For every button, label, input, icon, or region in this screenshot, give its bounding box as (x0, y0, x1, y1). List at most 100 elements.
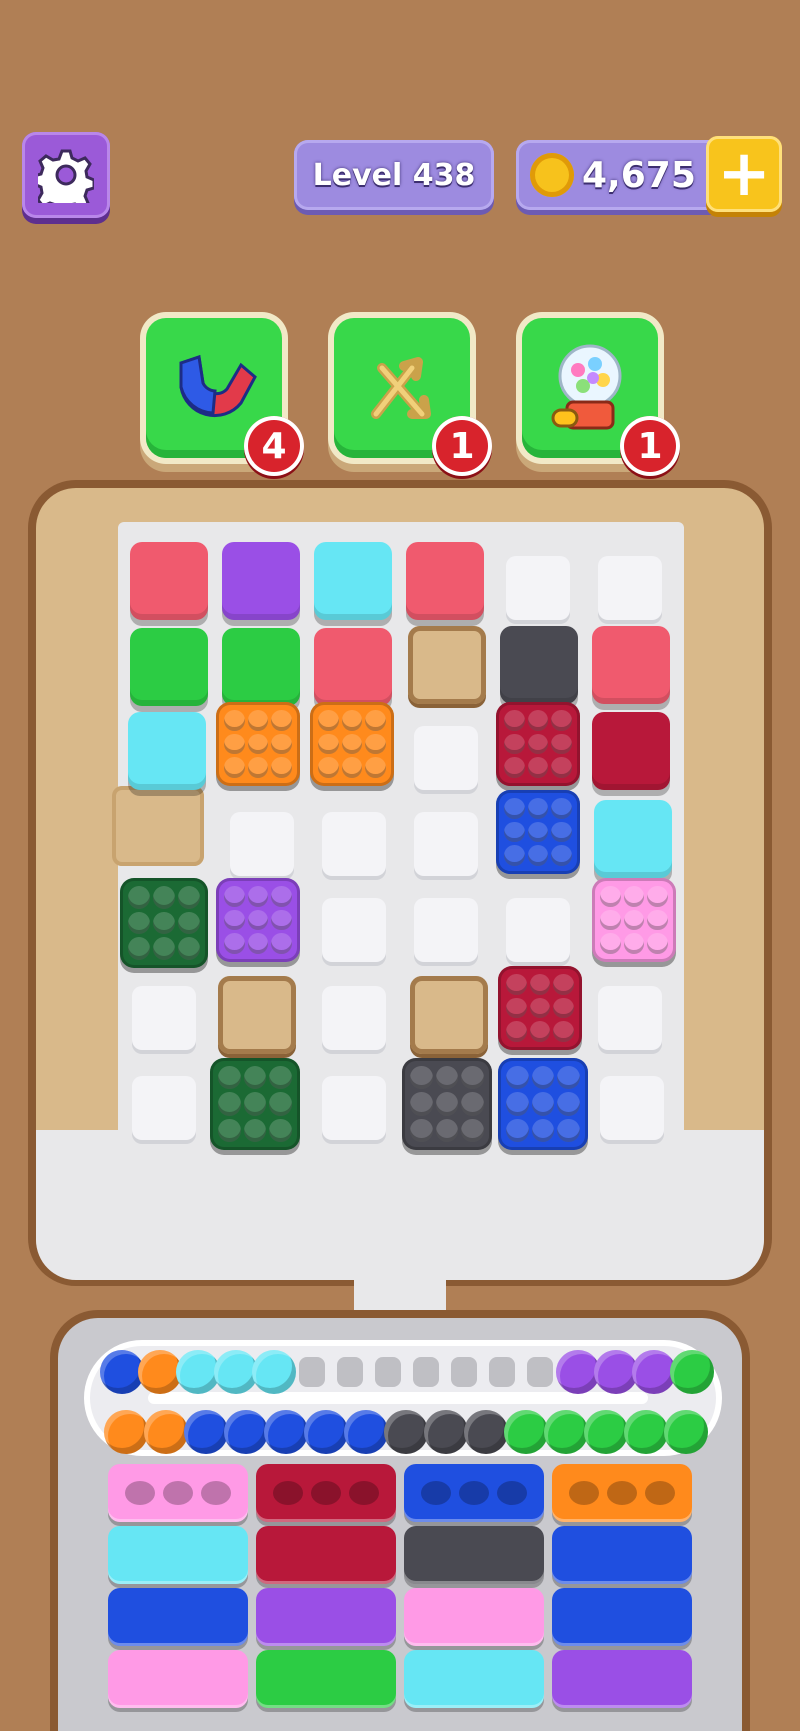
tray-hole (201, 1481, 231, 1505)
tray-hole (607, 1481, 637, 1505)
tray-hole (459, 1481, 489, 1505)
coin-amount: 4,675 (582, 154, 696, 196)
conveyor-ball (304, 1410, 348, 1454)
board-wall-notch (112, 786, 204, 866)
conveyor-ball (664, 1410, 708, 1454)
shuffle-count-badge: 1 (432, 416, 492, 476)
conveyor-ball (144, 1410, 188, 1454)
block-red[interactable] (130, 542, 208, 620)
tray-slot (552, 1526, 692, 1584)
tray-hole (273, 1481, 303, 1505)
grid-cell-empty (322, 812, 386, 876)
coin-counter: 4,675 (516, 140, 730, 210)
tray-slot (552, 1588, 692, 1646)
grid-cell-empty (598, 556, 662, 620)
block-cyan[interactable] (314, 542, 392, 620)
coin-icon (530, 153, 574, 197)
level-label: Level 438 (312, 157, 476, 193)
bubble-block-blue[interactable] (498, 1058, 588, 1150)
tray-hole (421, 1481, 451, 1505)
grid-cell-empty (322, 1076, 386, 1140)
conveyor-ball (670, 1350, 714, 1394)
bubble-block-orange[interactable] (310, 702, 394, 786)
conveyor-empty-slot (299, 1357, 325, 1387)
conveyor-empty-slot (337, 1357, 363, 1387)
conveyor-ball (384, 1410, 428, 1454)
bubble-block-dark-gray[interactable] (402, 1058, 492, 1150)
conveyor-ball (264, 1410, 308, 1454)
tray-slot (256, 1526, 396, 1584)
grid-cell-empty (132, 1076, 196, 1140)
grid-cell-empty (414, 898, 478, 962)
bubble-block-dark-green[interactable] (120, 878, 208, 968)
conveyor-ball (424, 1410, 468, 1454)
tray-slot-front[interactable] (256, 1464, 396, 1522)
block-tan-obstacle (218, 976, 296, 1054)
bubble-block-crimson[interactable] (496, 702, 580, 786)
grid-cell-empty (414, 726, 478, 790)
bubble-block-orange[interactable] (216, 702, 300, 786)
conveyor-ball (104, 1410, 148, 1454)
conveyor-ball (224, 1410, 268, 1454)
block-green[interactable] (222, 628, 300, 706)
tray-slot (404, 1650, 544, 1708)
bubble-block-blue[interactable] (496, 790, 580, 874)
bubble-block-crimson[interactable] (498, 966, 582, 1050)
block-red[interactable] (406, 542, 484, 620)
grid-cell-empty (322, 986, 386, 1050)
tray-slot (552, 1650, 692, 1708)
conveyor-ball (344, 1410, 388, 1454)
conveyor-empty-slot (375, 1357, 401, 1387)
block-red[interactable] (592, 626, 670, 704)
block-tan-obstacle (410, 976, 488, 1054)
shuffle-arrows-icon (371, 357, 431, 419)
conveyor-ball (252, 1350, 296, 1394)
bubble-block-purple[interactable] (216, 878, 300, 962)
grid-cell-empty (132, 986, 196, 1050)
tray-slot (404, 1526, 544, 1584)
tray-slot (108, 1526, 248, 1584)
block-cyan[interactable] (594, 800, 672, 878)
conveyor-ball (544, 1410, 588, 1454)
tray-slot (108, 1588, 248, 1646)
block-cyan[interactable] (128, 712, 206, 790)
conveyor-ball (624, 1410, 668, 1454)
tray-slot-front[interactable] (404, 1464, 544, 1522)
conveyor-empty-slot (527, 1357, 553, 1387)
tray-slot (108, 1650, 248, 1708)
tray-hole (645, 1481, 675, 1505)
bubble-block-dark-green[interactable] (210, 1058, 300, 1150)
grid-cell-empty (414, 812, 478, 876)
tray-hole (497, 1481, 527, 1505)
bubble-block-pink[interactable] (592, 878, 676, 962)
grid-cell-empty (230, 812, 294, 876)
tray-slot-front[interactable] (108, 1464, 248, 1522)
grid-cell-empty (600, 1076, 664, 1140)
block-dark-gray[interactable] (500, 626, 578, 704)
block-purple[interactable] (222, 542, 300, 620)
block-red[interactable] (314, 628, 392, 706)
conveyor-empty-slot (413, 1357, 439, 1387)
gear-icon (38, 149, 94, 203)
conveyor-ball (184, 1410, 228, 1454)
block-crimson[interactable] (592, 712, 670, 790)
grid-cell-empty (598, 986, 662, 1050)
plus-icon: + (717, 137, 771, 211)
tray-hole (125, 1481, 155, 1505)
settings-button[interactable] (22, 132, 110, 218)
grid-cell-empty (506, 556, 570, 620)
tray-slot-front[interactable] (552, 1464, 692, 1522)
conveyor-divider (148, 1392, 648, 1404)
tray-slot (256, 1588, 396, 1646)
grid-cell-empty (506, 898, 570, 962)
conveyor-ball (584, 1410, 628, 1454)
add-coins-button[interactable]: + (706, 136, 782, 212)
block-green[interactable] (130, 628, 208, 706)
conveyor-ball (464, 1410, 508, 1454)
tray-hole (569, 1481, 599, 1505)
level-indicator: Level 438 (294, 140, 494, 210)
tray-hole (311, 1481, 341, 1505)
block-tan-obstacle (408, 626, 486, 704)
conveyor-empty-slot (489, 1357, 515, 1387)
gumball-count-badge: 1 (620, 416, 680, 476)
